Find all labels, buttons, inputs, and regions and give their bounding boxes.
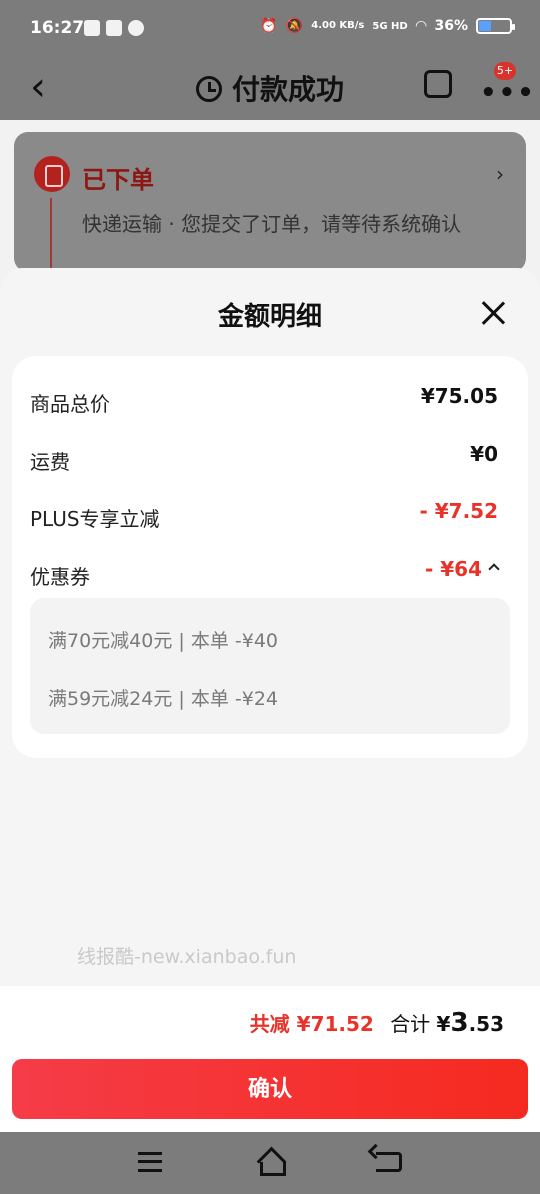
app-notification-icon (128, 20, 144, 36)
order-icon (34, 156, 70, 192)
order-description: 快递运输 · 您提交了订单，请等待系统确认 (82, 212, 462, 236)
share-icon[interactable] (424, 70, 452, 98)
footer-bar: 共减 ¥71.52 合计 ¥3.53 确认 (0, 986, 540, 1132)
row-plus-discount: PLUS专享立减 - ¥7.52 (30, 499, 498, 533)
status-right: ⏰ 🔕 4.00 KB/s 5G HD ◠ 36% (260, 18, 515, 34)
page-title-text: 付款成功 (231, 73, 344, 106)
status-bar: 16:27 ⏰ 🔕 4.00 KB/s 5G HD ◠ 36% (0, 0, 540, 58)
row-label: 优惠券 (30, 565, 90, 589)
chevron-right-icon: › (496, 162, 504, 186)
order-status-card[interactable]: 已下单 快递运输 · 您提交了订单，请等待系统确认 › (14, 132, 526, 272)
total-currency: ¥ (436, 1012, 451, 1036)
alarm-icon: ⏰ (260, 18, 278, 34)
row-label: 商品总价 (30, 392, 110, 416)
row-coupon[interactable]: 优惠券 - ¥64 (30, 557, 500, 591)
menu-icon[interactable] (138, 1152, 162, 1172)
app-notification-icon (84, 20, 100, 36)
row-goods-total: 商品总价 ¥75.05 (30, 384, 498, 418)
chevron-up-icon[interactable] (488, 563, 500, 575)
row-value: ¥0 (470, 442, 498, 466)
clock-icon (195, 76, 222, 102)
wifi-icon: ◠ (415, 18, 427, 34)
notification-badge: 5+ (494, 62, 516, 80)
detail-card: 商品总价 ¥75.05 运费 ¥0 PLUS专享立减 - ¥7.52 优惠券 -… (12, 356, 528, 758)
order-status: 已下单 (82, 166, 154, 194)
system-navigation (0, 1132, 540, 1194)
status-time: 16:27 (30, 18, 85, 38)
sheet-title: 金额明细 (217, 302, 322, 332)
header: ‹ 付款成功 ••• 5+ (0, 58, 540, 120)
row-shipping: 运费 ¥0 (30, 442, 498, 476)
row-label: 运费 (30, 450, 70, 474)
app-notification-icon (106, 20, 122, 36)
row-value: ¥75.05 (420, 384, 498, 408)
more-icon[interactable]: ••• (480, 78, 536, 108)
back-icon[interactable] (376, 1152, 402, 1172)
coupon-item: 满70元减40元 | 本单 -¥40 (48, 630, 278, 652)
coupon-item: 满59元减24元 | 本单 -¥24 (48, 688, 278, 710)
watermark-text: 线报酷-new.xianbao.fun (77, 946, 297, 968)
total-int: 3 (450, 1008, 469, 1038)
row-value: - ¥7.52 (419, 499, 498, 523)
battery-percent: 36% (434, 18, 468, 34)
mute-icon: 🔕 (285, 18, 304, 34)
total-dec: .53 (468, 1012, 504, 1036)
coupon-list: 满70元减40元 | 本单 -¥40 满59元减24元 | 本单 -¥24 (30, 598, 510, 734)
row-label: PLUS专享立减 (30, 507, 160, 531)
total-amount: ¥3.53 (436, 1008, 504, 1038)
home-icon[interactable] (256, 1150, 286, 1176)
confirm-button[interactable]: 确认 (12, 1059, 528, 1119)
network-speed: 4.00 KB/s (311, 20, 365, 31)
battery-icon (476, 18, 515, 34)
close-icon[interactable] (480, 300, 506, 326)
page-title: 付款成功 (0, 68, 540, 108)
totals: 共减 ¥71.52 合计 ¥3.53 (250, 1008, 504, 1038)
row-value: - ¥64 (424, 557, 482, 581)
total-saved: 共减 ¥71.52 (249, 1012, 374, 1036)
total-label: 合计 (390, 1012, 431, 1036)
signal-icon: 5G HD (372, 20, 408, 32)
timeline-line (50, 198, 52, 272)
